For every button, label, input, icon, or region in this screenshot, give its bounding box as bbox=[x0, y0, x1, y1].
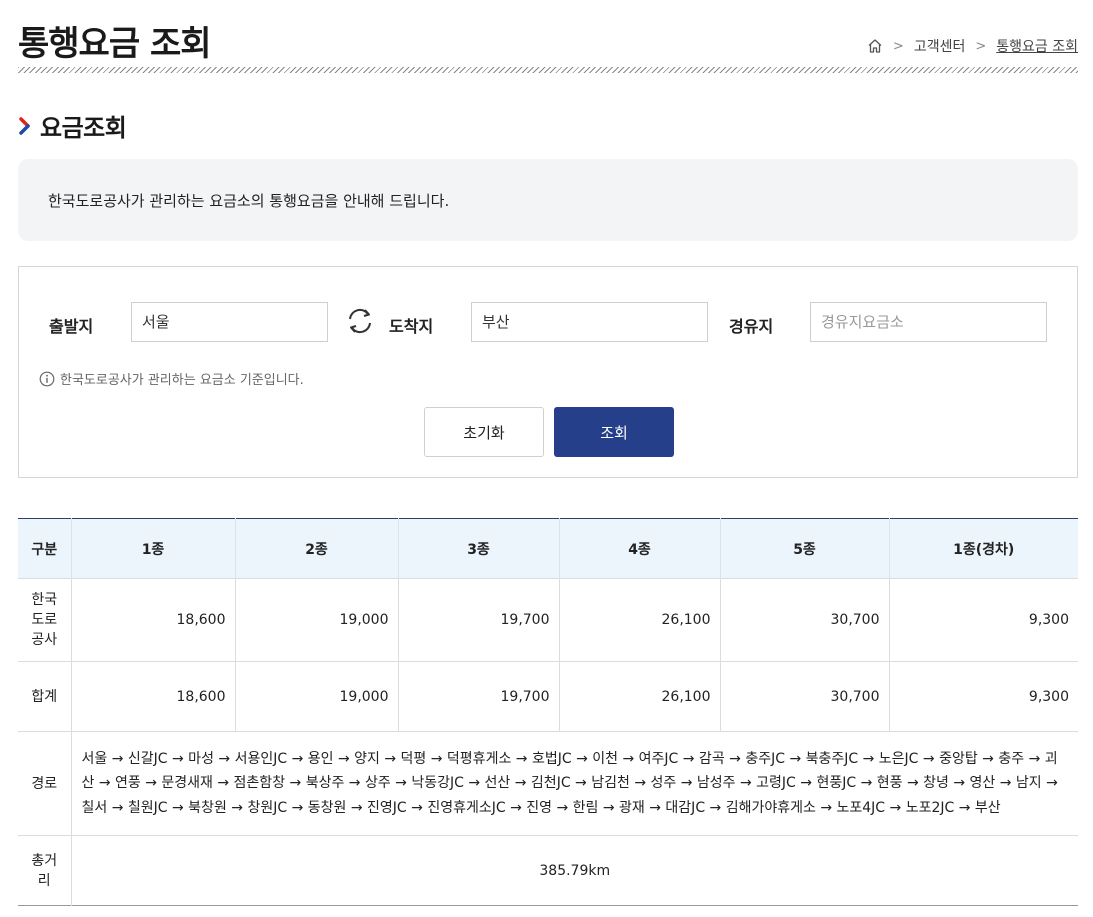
table-header-row: 구분 1종 2종 3종 4종 5종 1종(경차) bbox=[18, 518, 1078, 579]
breadcrumb-item-toll-fare[interactable]: 통행요금 조회 bbox=[996, 36, 1078, 56]
chevron-right-icon bbox=[19, 116, 30, 135]
fare-table: 구분 1종 2종 3종 4종 5종 1종(경차) 한국 도로 공사 18,600… bbox=[18, 518, 1078, 906]
destination-input[interactable]: 부산 bbox=[471, 302, 708, 342]
breadcrumb: > 고객센터 > 통행요금 조회 bbox=[867, 36, 1078, 56]
fare-cell: 30,700 bbox=[719, 578, 889, 662]
search-button[interactable]: 조회 bbox=[554, 407, 674, 457]
origin-label: 출발지 bbox=[49, 317, 94, 336]
distance-label: 총거 리 bbox=[18, 835, 71, 906]
column-header: 1종(경차) bbox=[888, 518, 1078, 579]
distance-value: 385.79km bbox=[70, 835, 1078, 906]
chevron-right-icon: > bbox=[892, 38, 904, 54]
chevron-right-icon: > bbox=[975, 38, 987, 54]
column-header: 2종 bbox=[234, 518, 398, 579]
fare-cell: 26,100 bbox=[558, 578, 720, 662]
column-header: 5종 bbox=[719, 518, 889, 579]
swap-icon[interactable] bbox=[345, 306, 375, 336]
section-heading: 요금조회 bbox=[18, 108, 127, 143]
fare-cell: 19,700 bbox=[397, 661, 559, 732]
page-header: 통행요금 조회 > 고객센터 > 통행요금 조회 bbox=[18, 14, 1078, 74]
hint: 한국도로공사가 관리하는 요금소 기준입니다. bbox=[39, 369, 304, 388]
fare-cell: 18,600 bbox=[70, 578, 235, 662]
reset-button[interactable]: 초기화 bbox=[424, 407, 544, 457]
notice-text: 한국도로공사가 관리하는 요금소의 통행요금을 안내해 드립니다. bbox=[48, 192, 450, 210]
fare-cell: 19,000 bbox=[234, 661, 398, 732]
fare-cell: 26,100 bbox=[558, 661, 720, 732]
page-title: 통행요금 조회 bbox=[18, 24, 212, 64]
column-header: 구분 bbox=[18, 518, 71, 579]
info-icon bbox=[39, 371, 55, 386]
fare-cell: 9,300 bbox=[888, 578, 1078, 662]
origin-input[interactable]: 서울 bbox=[131, 302, 328, 342]
fare-cell: 19,700 bbox=[397, 578, 559, 662]
fare-cell: 9,300 bbox=[888, 661, 1078, 732]
fare-cell: 18,600 bbox=[70, 661, 235, 732]
table-row: 한국 도로 공사 18,600 19,000 19,700 26,100 30,… bbox=[18, 578, 1078, 662]
distance-row: 총거 리 385.79km bbox=[18, 835, 1078, 906]
search-form: 출발지 서울 도착지 부산 경유지 경유지요금소 한국도로공사가 관리하는 요금… bbox=[18, 266, 1078, 478]
table-row: 합계 18,600 19,000 19,700 26,100 30,700 9,… bbox=[18, 661, 1078, 732]
fare-cell: 30,700 bbox=[719, 661, 889, 732]
route-label: 경로 bbox=[18, 731, 71, 836]
column-header: 3종 bbox=[397, 518, 559, 579]
waypoint-label: 경유지 bbox=[729, 317, 774, 336]
row-label: 한국 도로 공사 bbox=[18, 578, 71, 662]
row-label: 합계 bbox=[18, 661, 71, 732]
column-header: 4종 bbox=[558, 518, 720, 579]
route-row: 경로 서울 → 신갈JC → 마성 → 서용인JC → 용인 → 양지 → 덕평… bbox=[18, 731, 1078, 836]
header-divider bbox=[18, 67, 1078, 73]
home-icon[interactable] bbox=[867, 38, 883, 54]
waypoint-input[interactable]: 경유지요금소 bbox=[810, 302, 1047, 342]
breadcrumb-item-customer-center[interactable]: 고객센터 bbox=[914, 36, 966, 56]
hint-text: 한국도로공사가 관리하는 요금소 기준입니다. bbox=[60, 373, 304, 388]
column-header: 1종 bbox=[70, 518, 235, 579]
notice-box: 한국도로공사가 관리하는 요금소의 통행요금을 안내해 드립니다. bbox=[18, 159, 1078, 241]
route-text: 서울 → 신갈JC → 마성 → 서용인JC → 용인 → 양지 → 덕평 → … bbox=[70, 731, 1078, 836]
section-title: 요금조회 bbox=[40, 114, 127, 142]
destination-label: 도착지 bbox=[389, 317, 434, 336]
fare-cell: 19,000 bbox=[234, 578, 398, 662]
